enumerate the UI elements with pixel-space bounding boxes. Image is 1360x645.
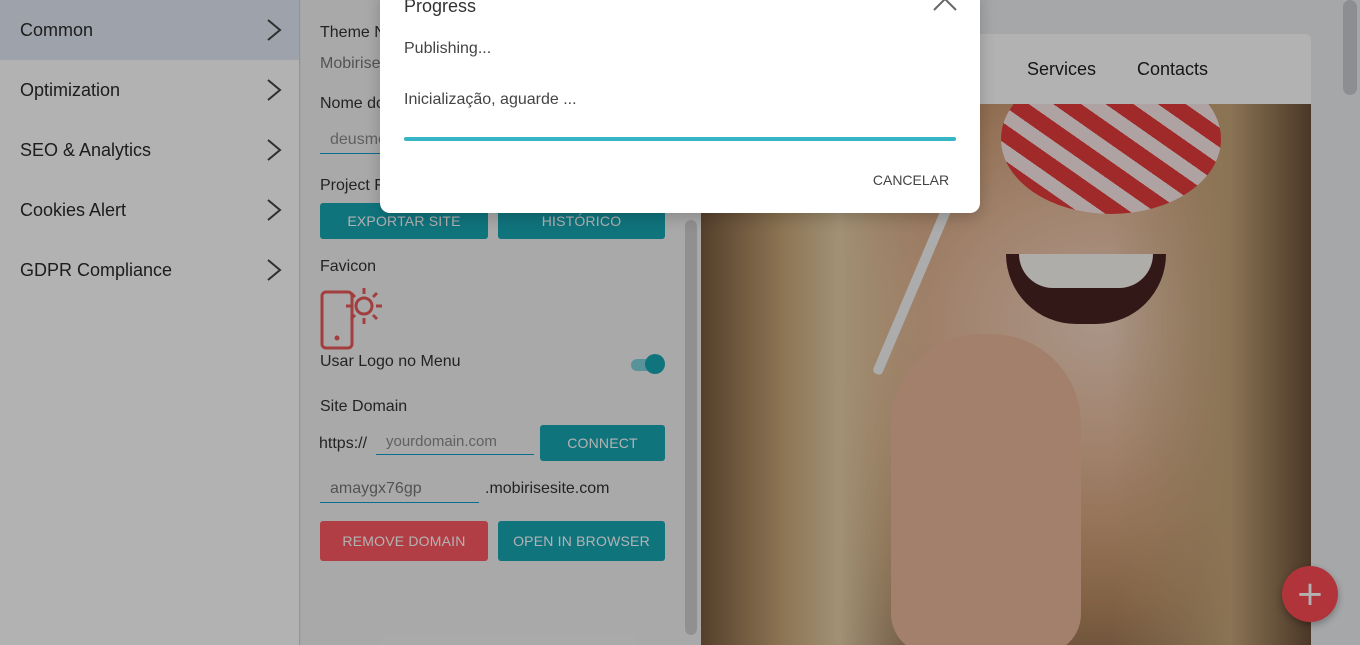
dialog-title: Progress [404,0,477,16]
progress-bar [404,137,956,141]
chevron-up-icon[interactable] [933,0,957,12]
dialog-message: Inicialização, aguarde ... [404,91,577,108]
progress-dialog: Progress Publishing... Inicialização, ag… [380,0,980,213]
progress-bar-fill [404,137,956,141]
dialog-status: Publishing... [404,40,492,57]
cancel-button[interactable]: CANCELAR [866,165,956,195]
